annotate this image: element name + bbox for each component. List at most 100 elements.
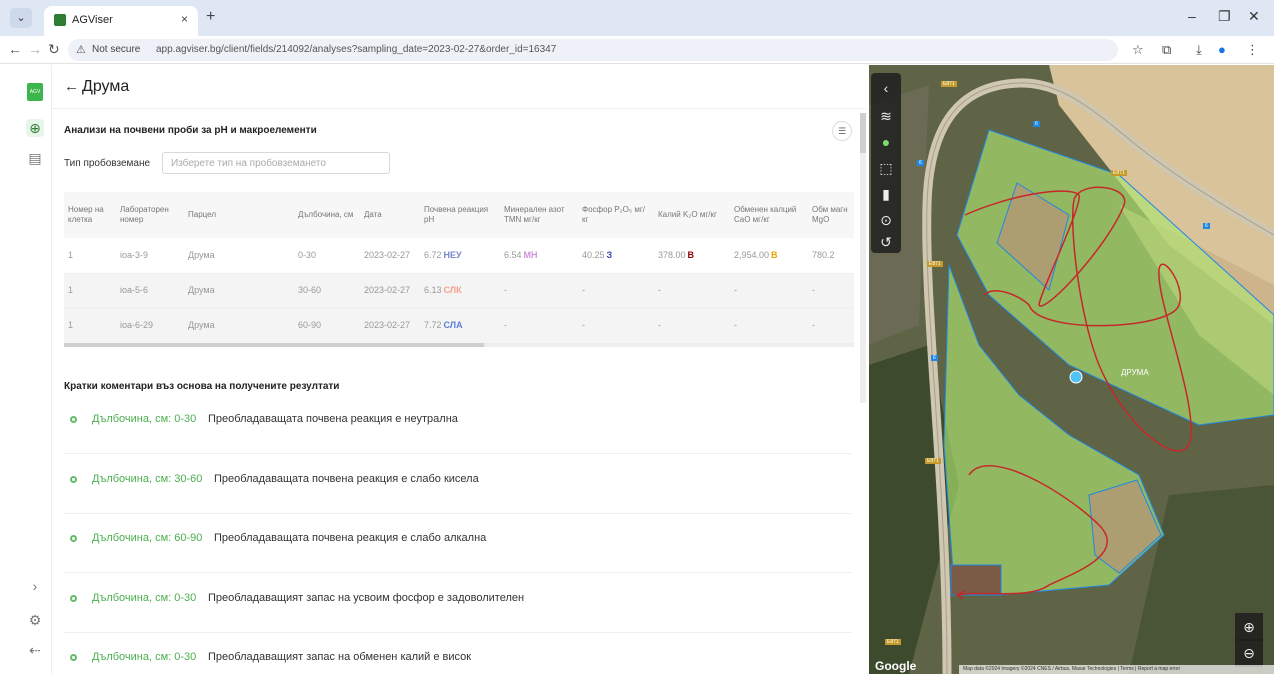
- reset-rotation-icon[interactable]: ↺: [871, 229, 901, 255]
- warning-icon[interactable]: ⚠: [76, 43, 86, 56]
- reports-nav-icon[interactable]: ▤: [26, 149, 44, 167]
- lab-number: ioa-5-6: [116, 273, 184, 309]
- collapse-panel-icon[interactable]: ‹: [871, 75, 901, 101]
- divider: [64, 632, 852, 633]
- road-label: E871: [941, 81, 957, 87]
- calcium-tag: В: [771, 249, 778, 260]
- parcel-name: Друма: [184, 308, 294, 344]
- ph-value: 6.72: [424, 249, 442, 260]
- omnibox[interactable]: ⚠ Not secure app.agviser.bg/client/field…: [68, 39, 1118, 61]
- col-header-parcel: Парцел: [184, 192, 294, 238]
- map-imagery[interactable]: [869, 65, 1274, 674]
- logout-icon[interactable]: ⇠: [26, 641, 44, 659]
- magnesium-value: -: [808, 308, 854, 344]
- potassium-value: -: [654, 273, 730, 309]
- security-label[interactable]: Not secure: [92, 44, 140, 55]
- browser-tab-bar: ⌄ AGViser × + – ❐ ✕: [0, 0, 1274, 36]
- road-label: E871: [925, 458, 941, 464]
- parcel-name: Друма: [184, 273, 294, 309]
- bullet-circle-icon: [70, 535, 77, 542]
- comment-depth: Дълбочина, см: 0-30: [92, 592, 197, 604]
- tab-search-button[interactable]: ⌄: [10, 8, 32, 28]
- ph-cell: 7.72 СЛА: [420, 308, 500, 344]
- close-window-icon[interactable]: ✕: [1248, 8, 1260, 25]
- comment-depth: Дълбочина, см: 0-30: [92, 413, 197, 425]
- reload-icon[interactable]: ↻: [48, 41, 60, 58]
- settings-icon[interactable]: ⚙: [26, 611, 44, 629]
- ph-tag: СЛК: [443, 285, 462, 295]
- page-title: Друма: [82, 78, 130, 95]
- restore-icon[interactable]: ❐: [1218, 8, 1231, 25]
- divider: [64, 572, 852, 573]
- magnesium-value: 780.2: [808, 238, 854, 274]
- table-row[interactable]: 1 ioa-6-29 Друма 60-90 2023-02-27 7.72 СЛ…: [64, 308, 854, 344]
- list-view-icon[interactable]: ☰: [832, 121, 852, 141]
- minimize-icon[interactable]: –: [1188, 8, 1196, 24]
- road-marker-icon: 6: [1033, 121, 1040, 127]
- col-header-lab: Лабораторен номер: [116, 192, 184, 238]
- url-text[interactable]: app.agviser.bg/client/fields/214092/anal…: [156, 44, 556, 55]
- zoom-in-button[interactable]: ⊕: [1235, 613, 1263, 641]
- ph-tag: НЕУ: [443, 249, 462, 260]
- page-header: ← Друма: [52, 65, 866, 109]
- field-select-icon[interactable]: ●: [871, 129, 901, 155]
- table-row[interactable]: 1 ioa-5-6 Друма 30-60 2023-02-27 6.13 СЛК…: [64, 273, 854, 309]
- layers-icon[interactable]: ≋: [871, 103, 901, 129]
- tab-close-icon[interactable]: ×: [181, 12, 188, 26]
- extensions-icon[interactable]: ⧉: [1162, 42, 1171, 58]
- satellite-map[interactable]: E871 E871 E871 E871 E871 6 6 6 6 ‹ ≋ ● ⬚…: [869, 65, 1274, 674]
- table-header-row: Номер на клетка Лабораторен номер Парцел…: [64, 192, 854, 238]
- comment-item: Дълбочина, см: 0-30 Преобладаващият запа…: [52, 575, 852, 633]
- vertical-scrollbar-thumb[interactable]: [860, 113, 866, 153]
- fields-nav-icon[interactable]: ⊕: [26, 119, 44, 137]
- table-row[interactable]: 1 ioa-3-9 Друма 0-30 2023-02-27 6.72 НЕУ …: [64, 238, 854, 274]
- back-arrow-icon[interactable]: ←: [64, 78, 79, 95]
- phosphorus-value: -: [578, 273, 654, 309]
- sampling-type-select[interactable]: [162, 152, 390, 174]
- new-tab-button[interactable]: +: [206, 8, 215, 26]
- comment-text: Преобладаващата почвена реакция е неутра…: [208, 413, 458, 425]
- road-marker-icon: 6: [917, 160, 924, 166]
- back-icon[interactable]: ←: [8, 41, 22, 57]
- bookmark-star-icon[interactable]: ☆: [1132, 42, 1144, 58]
- zoom-out-button[interactable]: ⊖: [1235, 639, 1263, 667]
- tmn-cell: 6.54 МН: [500, 238, 578, 274]
- vertical-scrollbar[interactable]: [860, 113, 866, 403]
- col-header-tmn: Минерален азот TMN мг/кг: [500, 192, 578, 238]
- depth-value: 0-30: [294, 238, 360, 274]
- tmn-value: -: [500, 308, 578, 344]
- col-header-date: Дата: [360, 192, 420, 238]
- download-icon[interactable]: ⤓: [1196, 42, 1202, 58]
- map-attribution[interactable]: Map data ©2024 Imagery ©2024 CNES / Airb…: [959, 665, 1274, 674]
- address-bar: ← → ↻ ⚠ Not secure app.agviser.bg/client…: [0, 36, 1274, 64]
- ph-cell: 6.72 НЕУ: [420, 238, 500, 274]
- depth-value: 60-90: [294, 308, 360, 344]
- agviser-favicon-icon: [54, 14, 66, 26]
- road-label: E871: [927, 261, 943, 267]
- horizontal-scrollbar-thumb[interactable]: [64, 343, 484, 347]
- profile-icon[interactable]: ●: [1218, 42, 1226, 57]
- comment-depth: Дълбочина, см: 60-90: [92, 532, 203, 544]
- phosphorus-value: -: [578, 308, 654, 344]
- forward-icon[interactable]: →: [28, 41, 42, 57]
- parcel-name: Друма: [184, 238, 294, 274]
- col-header-ph: Почвена реакция pH: [420, 192, 500, 238]
- bullet-circle-icon: [70, 476, 77, 483]
- ph-value: 7.72: [424, 320, 442, 330]
- phosphorus-cell: 40.25 З: [578, 238, 654, 274]
- browser-tab[interactable]: AGViser ×: [44, 6, 198, 36]
- expand-sidebar-icon[interactable]: ›: [26, 577, 44, 595]
- analysis-section-title: Анализи на почвени проби за pH и макроел…: [64, 125, 317, 136]
- tmn-value: 6.54: [504, 249, 522, 260]
- cell-number: 1: [64, 308, 116, 344]
- col-header-depth: Дълбочина, см: [294, 192, 360, 238]
- date-value: 2023-02-27: [360, 273, 420, 309]
- polygon-draw-icon[interactable]: ⬚: [871, 155, 901, 181]
- kebab-menu-icon[interactable]: ⋮: [1246, 42, 1259, 58]
- comment-text: Преобладаващата почвена реакция е слабо …: [214, 532, 487, 544]
- agviser-logo[interactable]: AGV: [27, 83, 43, 101]
- comments-title: Кратки коментари въз основа на полученит…: [64, 381, 340, 392]
- road-label: E871: [885, 639, 901, 645]
- print-icon[interactable]: ▮: [871, 181, 901, 207]
- potassium-cell: 378.00 В: [654, 238, 730, 274]
